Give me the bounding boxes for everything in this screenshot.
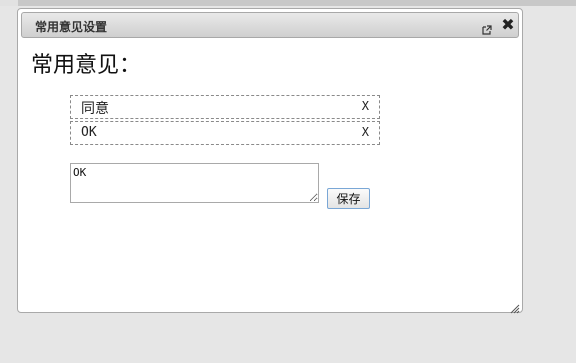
common-opinion-dialog: 常用意见设置 ✖ 常用意见： 同意 X OK X OK 保存 — [17, 8, 523, 314]
opinion-list: 同意 X OK X — [70, 95, 380, 147]
delete-opinion-button[interactable]: X — [362, 125, 369, 139]
popout-icon[interactable] — [482, 20, 492, 35]
close-icon[interactable]: ✖ — [500, 15, 516, 35]
save-button[interactable]: 保存 — [327, 188, 370, 209]
list-item[interactable]: 同意 X — [70, 95, 380, 119]
dialog-title: 常用意见设置 — [35, 20, 108, 34]
resize-grip-icon[interactable] — [509, 299, 520, 314]
delete-opinion-button[interactable]: X — [362, 99, 369, 113]
page-heading: 常用意见： — [31, 53, 142, 78]
list-item[interactable]: OK X — [70, 121, 380, 145]
top-strip — [0, 0, 576, 6]
opinion-input[interactable]: OK — [70, 163, 319, 203]
opinion-text: 同意 — [81, 101, 109, 117]
top-strip-highlight — [0, 0, 18, 6]
opinion-text: OK — [81, 125, 97, 140]
dialog-titlebar[interactable]: 常用意见设置 ✖ — [21, 12, 519, 38]
